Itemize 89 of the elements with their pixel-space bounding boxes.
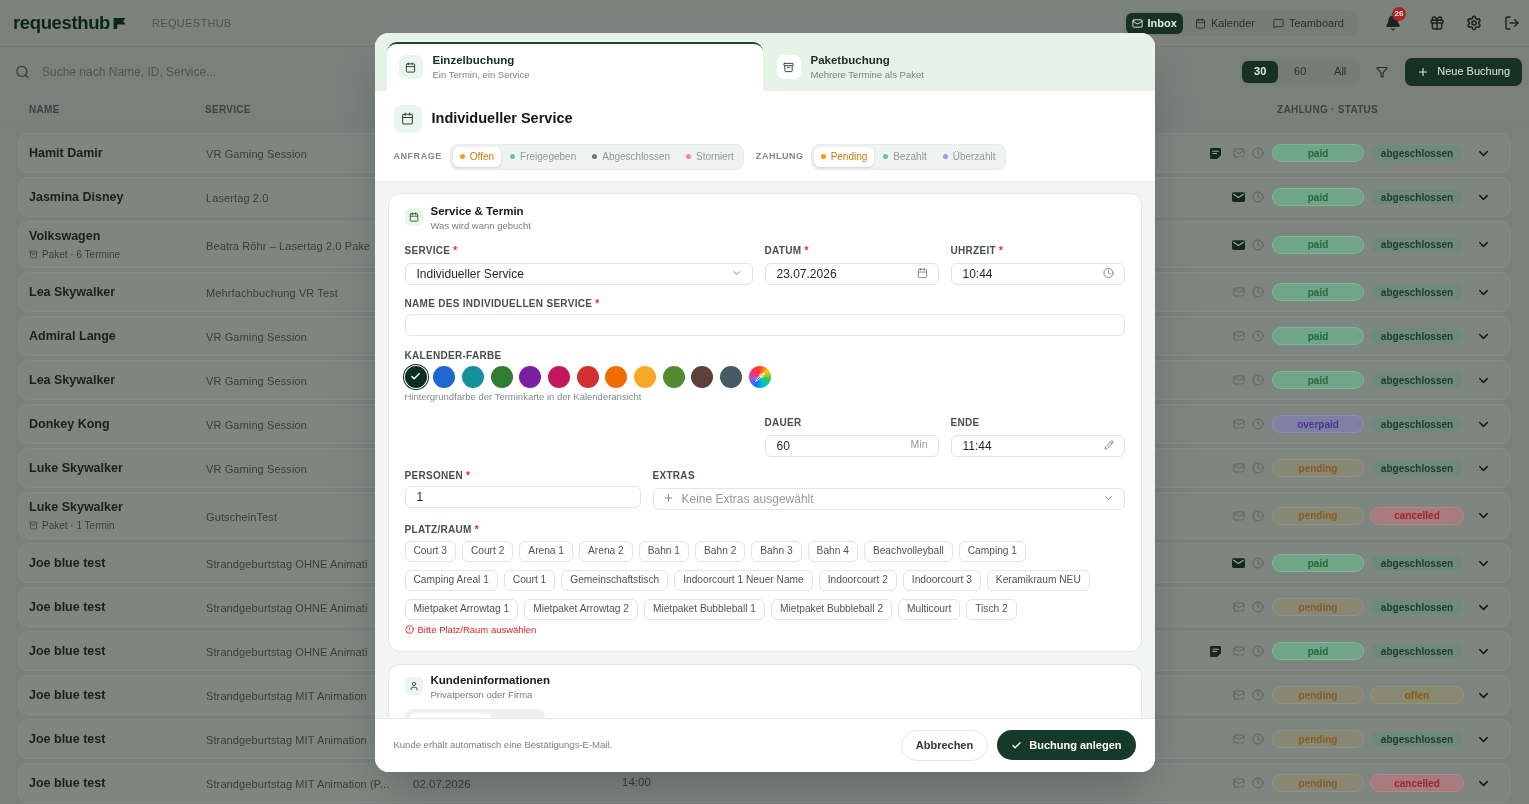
service-name: VR Gaming Session	[206, 419, 307, 431]
column-header: NAME	[29, 103, 61, 117]
field-label: ENDE	[950, 416, 981, 428]
booking-status: abgeschlossen	[1370, 188, 1464, 206]
payment-status: paid	[1272, 371, 1364, 389]
field-label: SERVICE *	[404, 244, 459, 256]
booking-status: abgeschlossen	[1370, 642, 1464, 660]
booking-status: abgeschlossen	[1370, 144, 1464, 162]
customer-name: Joe blue test	[29, 598, 107, 616]
service-name: Strandgeburtstag MIT Animation	[206, 734, 367, 746]
payment-status: paid	[1272, 642, 1364, 660]
field-label: NAME DES INDIVIDUELLEN SERVICE *	[404, 297, 601, 309]
payment-status: pending	[1272, 686, 1364, 704]
service-name: VR Gaming Session	[206, 375, 307, 387]
payment-status: pending	[1272, 730, 1364, 748]
service-name: VR Gaming Session	[206, 148, 307, 160]
booking-status: cancelled	[1370, 774, 1464, 792]
service-name: Strandgeburtstag MIT Animation	[206, 690, 367, 702]
customer-name: Luke Skywalker	[29, 459, 124, 477]
payment-status: paid	[1272, 235, 1364, 254]
payment-status: paid	[1272, 327, 1364, 345]
service-name: Lasertag 2.0	[206, 192, 269, 204]
customer-name: Donkey Kong	[29, 415, 111, 433]
section-subtitle: Was wird wann gebucht	[430, 218, 531, 232]
booking-status: cancelled	[1370, 506, 1464, 525]
booking-status: abgeschlossen	[1370, 415, 1464, 433]
booking-status: offen	[1370, 686, 1464, 704]
service-name: VR Gaming Session	[206, 463, 307, 475]
service-name: VR Gaming Session	[206, 331, 307, 343]
time-text: 14:00	[622, 775, 651, 791]
booking-status: abgeschlossen	[1370, 598, 1464, 616]
customer-name: Luke Skywalker	[29, 498, 124, 516]
service-name: Beatra Röhr – Lasertag 2.0 Pake	[206, 239, 371, 252]
booking-status: abgeschlossen	[1370, 327, 1464, 345]
date-text: 02.07.2026	[413, 778, 471, 790]
field-label: DAUER	[764, 416, 803, 428]
logo-text: requesthub	[13, 11, 111, 36]
field-label: KALENDER-FARBE	[404, 349, 503, 361]
field-label: UHRZEIT *	[950, 244, 1005, 256]
section-title: Kundeninformationen	[430, 672, 550, 688]
service-name: Strandgeburtstag MIT Animation (P...	[206, 778, 390, 790]
service-name: Mehrfachbuchung VR Test	[206, 287, 338, 299]
payment-status: pending	[1272, 774, 1364, 792]
customer-name: Volkswagen	[29, 227, 102, 245]
column-header: ZAHLUNG · STATUS	[1277, 104, 1379, 115]
service-name: Strandgeburtstag OHNE Animati	[206, 558, 368, 570]
field-hint: Hintergrundfarbe der Terminkarte in der Kalenderansicht	[404, 390, 643, 403]
payment-status: pending	[1272, 506, 1364, 525]
booking-status: abgeschlossen	[1370, 371, 1464, 389]
payment-status: pending	[1272, 598, 1364, 616]
field-label: PERSONEN *	[404, 469, 472, 481]
customer-name: Lea Skywalker	[29, 283, 117, 301]
booking-status: abgeschlossen	[1370, 235, 1464, 254]
payment-status: paid	[1272, 554, 1364, 572]
customer-name: Lea Skywalker	[29, 371, 117, 389]
notification-badge: 26	[1392, 7, 1406, 21]
customer-name: Joe blue test	[29, 730, 107, 748]
field-label: PLATZ/RAUM *	[404, 523, 480, 535]
customer-name: Joe blue test	[29, 554, 107, 572]
payment-status: paid	[1272, 283, 1364, 301]
service-name: Strandgeburtstag OHNE Animati	[206, 646, 368, 658]
payment-status: paid	[1272, 188, 1364, 206]
group-label: ANFRAGE	[393, 149, 442, 163]
payment-status: overpaid	[1272, 415, 1364, 433]
section-title: Service & Termin	[430, 203, 525, 219]
customer-name: Hamit Damir	[29, 144, 104, 162]
payment-status: pending	[1272, 459, 1364, 477]
package-info: Paket · 6 Termine	[42, 248, 121, 263]
service-name: Strandgeburtstag OHNE Animati	[206, 602, 368, 614]
payment-status: paid	[1272, 144, 1364, 162]
unit-text: Min	[910, 436, 928, 452]
dialog-title: Individueller Service	[431, 108, 573, 128]
package-info: Paket · 1 Termin	[42, 519, 115, 534]
customer-name: Joe blue test	[29, 774, 107, 792]
customer-name: Joe blue test	[29, 686, 107, 704]
customer-name: Admiral Lange	[29, 327, 117, 345]
field-label: DATUM *	[764, 244, 810, 256]
customer-name: Jasmina Disney	[29, 188, 125, 206]
booking-status: abgeschlossen	[1370, 554, 1464, 572]
booking-status: abgeschlossen	[1370, 730, 1464, 748]
group-label: ZAHLUNG	[755, 149, 804, 163]
service-name: GutscheinTest	[206, 510, 278, 523]
booking-status: abgeschlossen	[1370, 459, 1464, 477]
footer-note: Kunde erhält automatisch eine Bestätigungs-E-Mail.	[393, 737, 613, 752]
section-subtitle: Privatperson oder Firma	[430, 687, 534, 701]
customer-name: Joe blue test	[29, 642, 107, 660]
column-header: SERVICE	[205, 103, 251, 117]
booking-status: abgeschlossen	[1370, 283, 1464, 301]
field-label: EXTRAS	[652, 469, 696, 481]
